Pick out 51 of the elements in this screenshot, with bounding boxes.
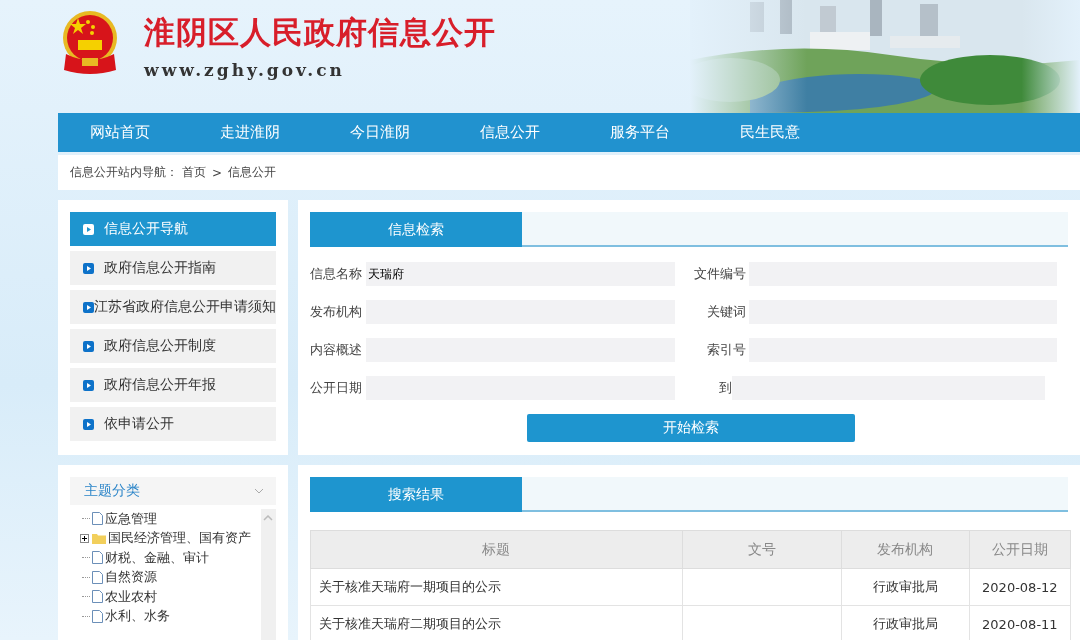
breadcrumb-link[interactable]: 信息公开: [228, 164, 277, 181]
table-cell: 行政审批局: [841, 568, 970, 606]
play-icon: [83, 223, 94, 235]
field-label: 发布机构: [310, 303, 363, 321]
column-header: 发布机构: [841, 530, 970, 569]
table-cell: 2020-08-12: [969, 568, 1071, 606]
field-label: 公开日期: [310, 379, 363, 397]
chevron-down-icon: [254, 488, 264, 494]
page-icon: [92, 609, 103, 623]
expand-icon[interactable]: [80, 533, 89, 543]
field-label: 内容概述: [310, 341, 363, 359]
site-url: www.zghy.gov.cn: [144, 60, 346, 80]
input-field[interactable]: 天瑞府: [366, 262, 675, 286]
folder-icon: [92, 532, 106, 544]
tree-item[interactable]: 农业农村: [105, 587, 157, 606]
play-icon: [83, 340, 94, 352]
result-link[interactable]: 关于核准天瑞府一期项目的公示: [310, 568, 683, 606]
tree-item[interactable]: 国民经济管理、国有资产: [108, 529, 251, 548]
field-label: 文件编号: [693, 265, 746, 283]
page-icon: [92, 512, 103, 526]
tree-item[interactable]: 财税、金融、审计: [105, 548, 209, 567]
column-header: 公开日期: [969, 530, 1071, 569]
sidebar-item[interactable]: 政府信息公开指南: [70, 251, 276, 285]
page-icon: [92, 570, 103, 584]
play-icon: [83, 418, 94, 430]
tree-item[interactable]: 自然资源: [105, 568, 157, 587]
sidebar-item[interactable]: 依申请公开: [70, 407, 276, 441]
sidebar-item[interactable]: 江苏省政府信息公开申请须知: [70, 290, 276, 324]
column-header: 标题: [310, 530, 683, 569]
field-label: 到: [718, 379, 732, 397]
topic-header[interactable]: 主题分类: [70, 477, 276, 505]
breadcrumb-separator: >: [212, 165, 223, 180]
page-icon: [92, 590, 103, 604]
result-link[interactable]: 关于核准天瑞府二期项目的公示: [310, 605, 683, 640]
play-icon: [83, 262, 94, 274]
field-label: 关键词: [706, 303, 746, 321]
tree-item[interactable]: 水利、水务: [105, 607, 170, 626]
field-label: 信息名称: [310, 265, 363, 283]
scroll-up-icon[interactable]: [263, 515, 274, 521]
sidebar-item[interactable]: 政府信息公开制度: [70, 329, 276, 363]
play-icon: [83, 301, 94, 313]
play-icon: [83, 379, 94, 391]
field-label: 索引号: [706, 341, 746, 359]
breadcrumb-label: 信息公开站内导航：: [70, 164, 178, 181]
breadcrumb-link[interactable]: 首页: [182, 164, 206, 181]
sidebar-item[interactable]: 政府信息公开年报: [70, 368, 276, 402]
page-icon: [92, 551, 103, 565]
column-header: 文号: [682, 530, 842, 569]
site-title: 淮阴区人民政府信息公开: [144, 13, 496, 52]
scrollbar[interactable]: [260, 509, 276, 640]
tree-item[interactable]: 应急管理: [105, 509, 157, 528]
